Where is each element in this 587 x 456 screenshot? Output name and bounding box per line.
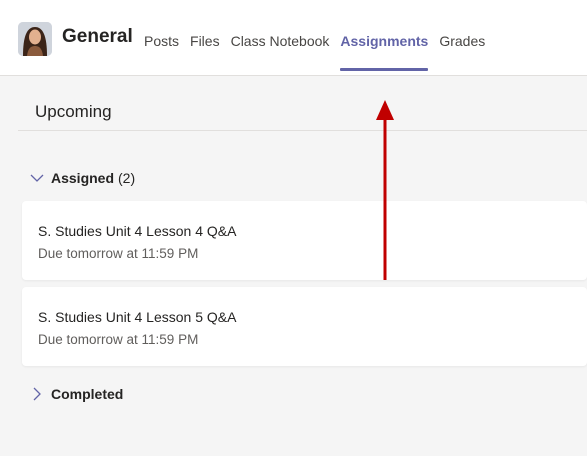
assigned-label: Assigned — [51, 170, 115, 186]
team-avatar[interactable] — [18, 22, 52, 56]
tab-assignments[interactable]: Assignments — [340, 0, 428, 71]
tab-class-notebook[interactable]: Class Notebook — [231, 0, 330, 49]
assignment-card[interactable]: S. Studies Unit 4 Lesson 4 Q&A Due tomor… — [22, 201, 587, 280]
avatar-image — [18, 22, 52, 56]
assignment-title: S. Studies Unit 4 Lesson 4 Q&A — [38, 223, 237, 239]
section-title: Upcoming — [35, 102, 112, 121]
assignment-due-date: Due tomorrow at 11:59 PM — [38, 246, 199, 261]
assignments-page: General Posts Files Class Notebook Assig… — [0, 0, 587, 456]
completed-label: Completed — [51, 386, 124, 402]
assignment-title: S. Studies Unit 4 Lesson 5 Q&A — [38, 309, 237, 325]
assigned-count: (2) — [118, 170, 136, 186]
completed-group-toggle[interactable]: Completed — [30, 386, 123, 402]
assigned-group-toggle[interactable]: Assigned (2) — [30, 170, 135, 186]
channel-header: General Posts Files Class Notebook Assig… — [0, 0, 587, 76]
assignment-due-date: Due tomorrow at 11:59 PM — [38, 332, 199, 347]
tab-posts[interactable]: Posts — [144, 0, 179, 49]
arrow-up-icon — [376, 100, 394, 280]
assignment-card[interactable]: S. Studies Unit 4 Lesson 5 Q&A Due tomor… — [22, 287, 587, 366]
tab-files[interactable]: Files — [190, 0, 220, 49]
channel-tabs: Posts Files Class Notebook Assignments G… — [144, 0, 496, 75]
chevron-right-icon — [33, 387, 41, 401]
chevron-down-icon — [30, 174, 44, 182]
tab-grades[interactable]: Grades — [439, 0, 485, 49]
upcoming-section-header: Upcoming — [18, 98, 587, 131]
team-name: General — [62, 26, 133, 47]
